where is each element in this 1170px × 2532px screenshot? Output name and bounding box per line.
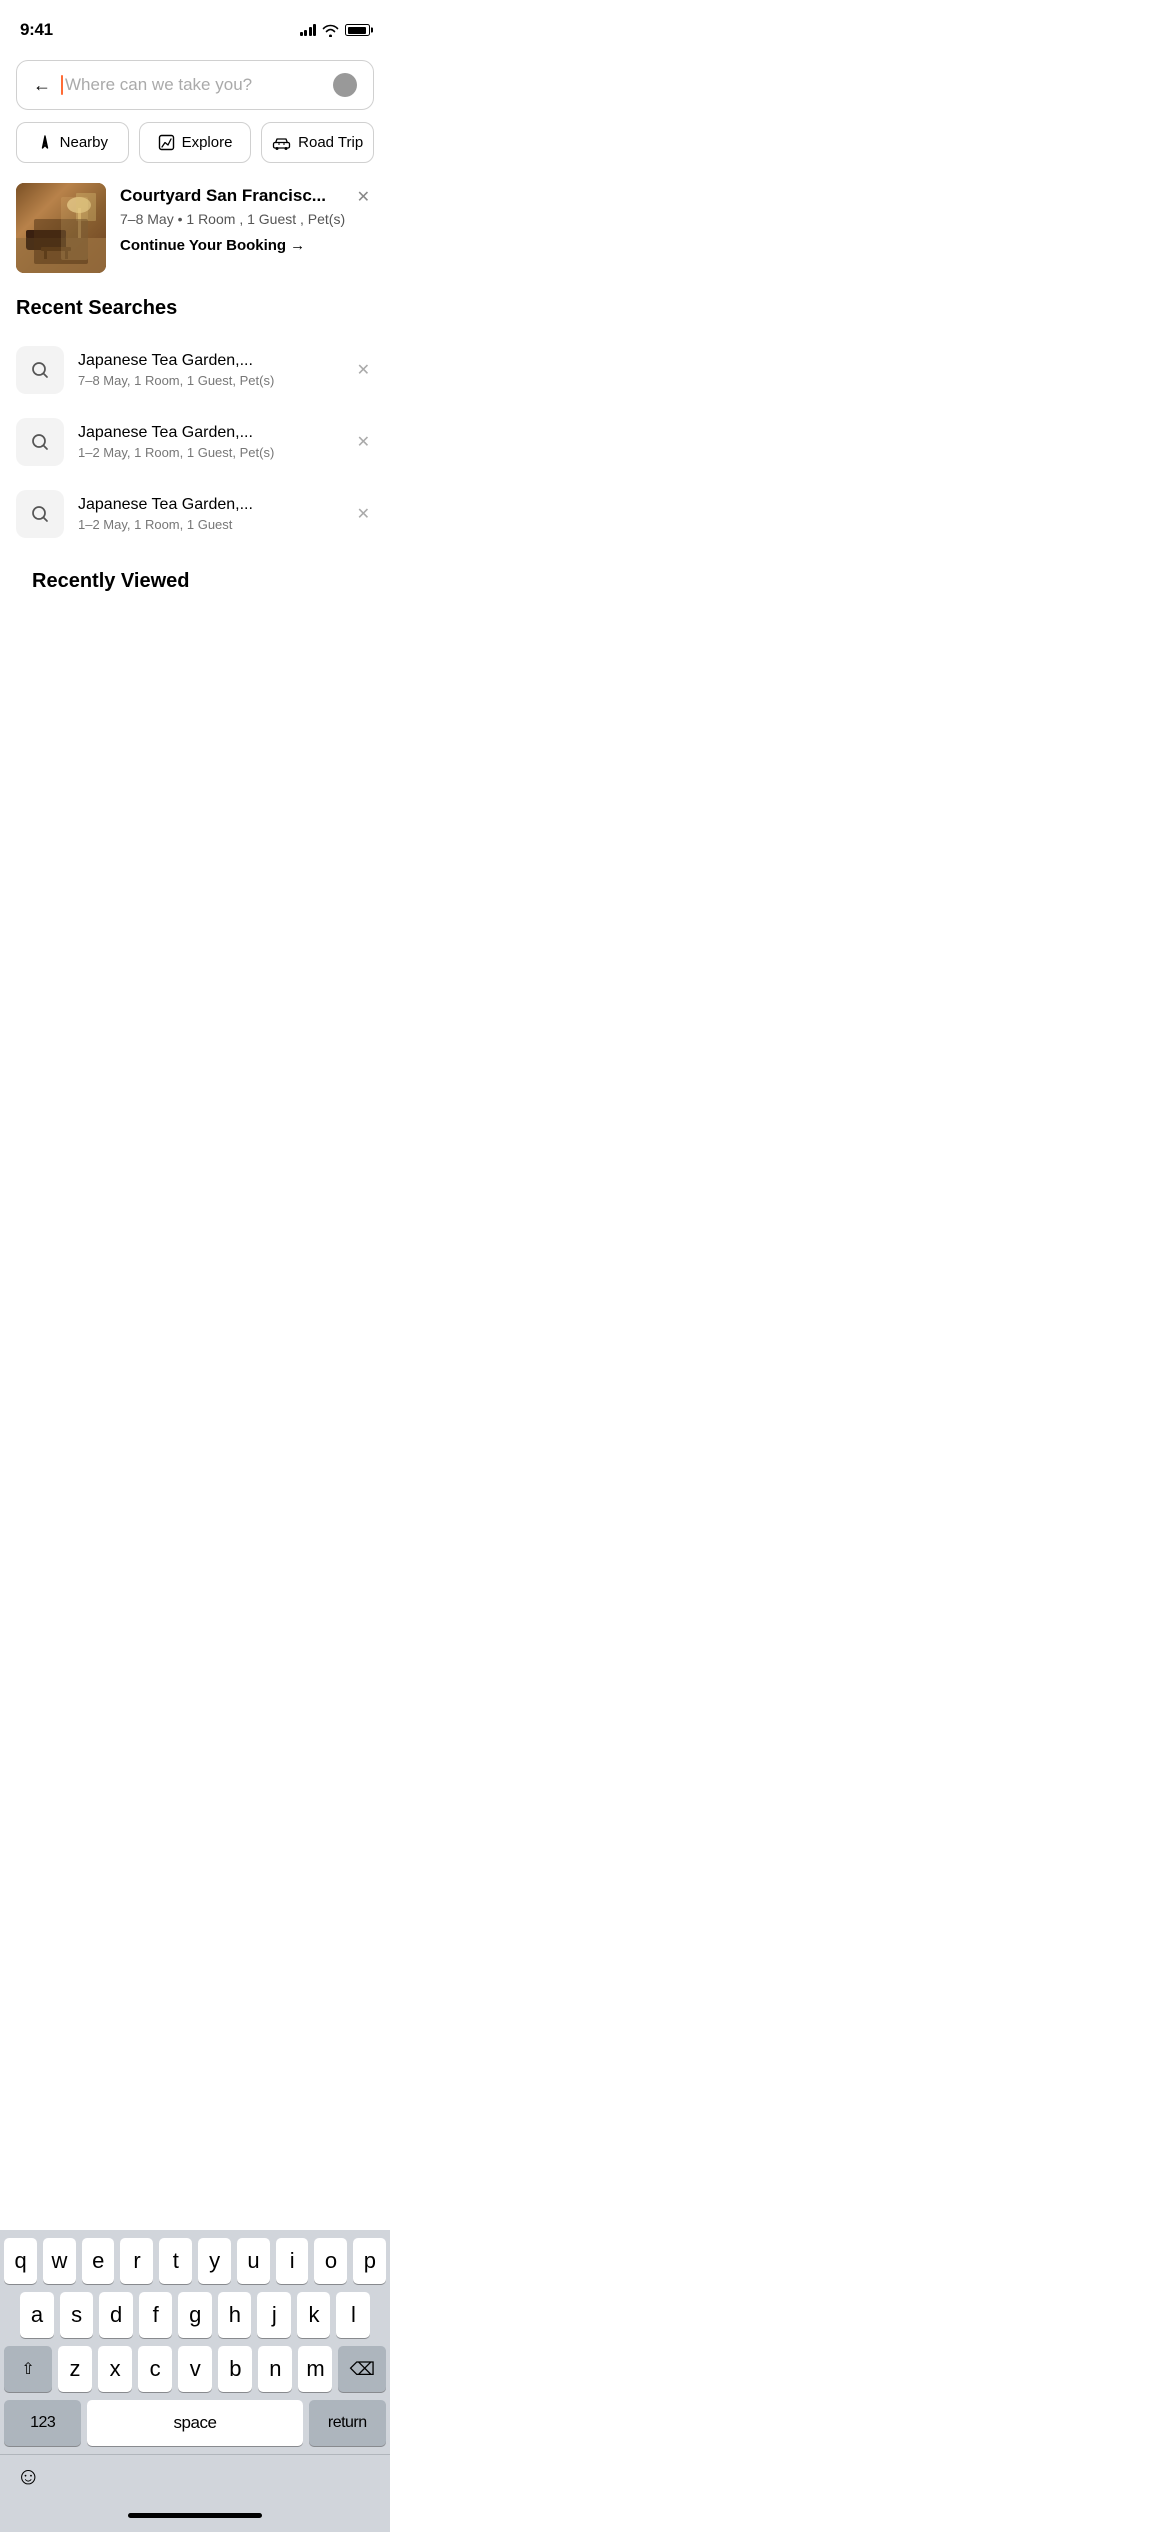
booking-details: 7–8 May • 1 Room , 1 Guest , Pet(s) [120, 211, 374, 227]
search-item-info: Japanese Tea Garden,... 1–2 May, 1 Room,… [78, 424, 339, 460]
booking-card: Courtyard San Francisc... 7–8 May • 1 Ro… [16, 183, 374, 273]
key-c[interactable]: c [138, 2346, 172, 2392]
search-item-name: Japanese Tea Garden,... [78, 352, 339, 370]
back-button[interactable]: ← [33, 75, 51, 96]
recent-searches-header: Recent Searches [0, 297, 390, 334]
search-icon-wrapper [16, 418, 64, 466]
location-icon [37, 135, 53, 151]
hotel-thumbnail [16, 183, 106, 273]
search-item-name: Japanese Tea Garden,... [78, 496, 339, 514]
key-b[interactable]: b [218, 2346, 252, 2392]
remove-search-button[interactable]: ✕ [353, 500, 374, 528]
return-key[interactable]: return [309, 2400, 386, 2446]
hotel-name: Courtyard San Francisc... [120, 185, 374, 207]
search-icon [30, 432, 50, 452]
emoji-bar: ☺ [0, 2454, 390, 2498]
key-p[interactable]: p [353, 2238, 386, 2284]
key-u[interactable]: u [237, 2238, 270, 2284]
key-z[interactable]: z [58, 2346, 92, 2392]
keyboard-bottom-row: 123 space return [0, 2400, 390, 2454]
road-trip-button[interactable]: Road Trip [261, 122, 374, 163]
remove-search-button[interactable]: ✕ [353, 356, 374, 384]
search-item-info: Japanese Tea Garden,... 7–8 May, 1 Room,… [78, 352, 339, 388]
explore-icon [158, 134, 175, 151]
search-bar[interactable]: ← Where can we take you? [16, 60, 374, 110]
key-s[interactable]: s [60, 2292, 94, 2338]
search-icon-wrapper [16, 490, 64, 538]
hotel-image-svg [16, 183, 106, 273]
key-y[interactable]: y [198, 2238, 231, 2284]
recently-viewed-section: Recently Viewed [0, 570, 390, 627]
key-k[interactable]: k [297, 2292, 331, 2338]
recent-search-item: Japanese Tea Garden,... 1–2 May, 1 Room,… [0, 478, 390, 550]
key-x[interactable]: x [98, 2346, 132, 2392]
key-e[interactable]: e [82, 2238, 115, 2284]
key-l[interactable]: l [336, 2292, 370, 2338]
home-indicator [0, 2498, 390, 2532]
key-d[interactable]: d [99, 2292, 133, 2338]
status-bar: 9:41 [0, 0, 390, 50]
space-key[interactable]: space [87, 2400, 302, 2446]
text-cursor [61, 75, 63, 95]
key-n[interactable]: n [258, 2346, 292, 2392]
keyboard: q w e r t y u i o p a s d f g h j k l ⇧ … [0, 2230, 390, 2532]
search-icon [30, 360, 50, 380]
key-j[interactable]: j [257, 2292, 291, 2338]
key-m[interactable]: m [298, 2346, 332, 2392]
keyboard-row-1: q w e r t y u i o p [0, 2238, 390, 2284]
search-item-details: 1–2 May, 1 Room, 1 Guest [78, 517, 339, 532]
road-trip-label: Road Trip [298, 134, 363, 151]
wifi-icon [322, 24, 339, 37]
quick-actions: Nearby Explore Road Trip [0, 122, 390, 183]
recent-searches-section: Recent Searches Japanese Tea Garden,... … [0, 297, 390, 570]
emoji-button[interactable]: ☺ [16, 2463, 41, 2491]
delete-key[interactable]: ⌫ [338, 2346, 386, 2392]
recently-viewed-header: Recently Viewed [16, 570, 374, 607]
status-time: 9:41 [20, 20, 53, 40]
search-item-details: 7–8 May, 1 Room, 1 Guest, Pet(s) [78, 373, 339, 388]
key-h[interactable]: h [218, 2292, 252, 2338]
voice-input-icon[interactable] [333, 73, 357, 97]
search-icon [30, 504, 50, 524]
nearby-button[interactable]: Nearby [16, 122, 129, 163]
search-item-name: Japanese Tea Garden,... [78, 424, 339, 442]
key-q[interactable]: q [4, 2238, 37, 2284]
search-input-wrapper[interactable]: Where can we take you? [61, 75, 323, 95]
explore-button[interactable]: Explore [139, 122, 252, 163]
key-f[interactable]: f [139, 2292, 173, 2338]
keyboard-row-3: ⇧ z x c v b n m ⌫ [0, 2346, 390, 2392]
remove-search-button[interactable]: ✕ [353, 428, 374, 456]
continue-booking-button[interactable]: Continue Your Booking → [120, 237, 374, 254]
booking-info: Courtyard San Francisc... 7–8 May • 1 Ro… [120, 183, 374, 254]
search-item-info: Japanese Tea Garden,... 1–2 May, 1 Room,… [78, 496, 339, 532]
recent-search-item: Japanese Tea Garden,... 1–2 May, 1 Room,… [0, 406, 390, 478]
signal-bars-icon [300, 24, 317, 36]
close-booking-button[interactable]: ✕ [353, 183, 374, 211]
key-i[interactable]: i [276, 2238, 309, 2284]
search-bar-container: ← Where can we take you? [0, 50, 390, 122]
key-v[interactable]: v [178, 2346, 212, 2392]
car-icon [272, 136, 291, 150]
key-g[interactable]: g [178, 2292, 212, 2338]
key-a[interactable]: a [20, 2292, 54, 2338]
key-w[interactable]: w [43, 2238, 76, 2284]
search-icon-wrapper [16, 346, 64, 394]
key-r[interactable]: r [120, 2238, 153, 2284]
shift-key[interactable]: ⇧ [4, 2346, 52, 2392]
search-item-details: 1–2 May, 1 Room, 1 Guest, Pet(s) [78, 445, 339, 460]
status-icons [300, 24, 371, 37]
home-indicator-bar [128, 2513, 262, 2518]
key-t[interactable]: t [159, 2238, 192, 2284]
nearby-label: Nearby [60, 134, 108, 151]
key-o[interactable]: o [314, 2238, 347, 2284]
numbers-key[interactable]: 123 [4, 2400, 81, 2446]
recent-search-item: Japanese Tea Garden,... 7–8 May, 1 Room,… [0, 334, 390, 406]
battery-icon [345, 24, 370, 36]
explore-label: Explore [182, 134, 233, 151]
search-placeholder: Where can we take you? [65, 75, 323, 95]
keyboard-row-2: a s d f g h j k l [0, 2292, 390, 2338]
